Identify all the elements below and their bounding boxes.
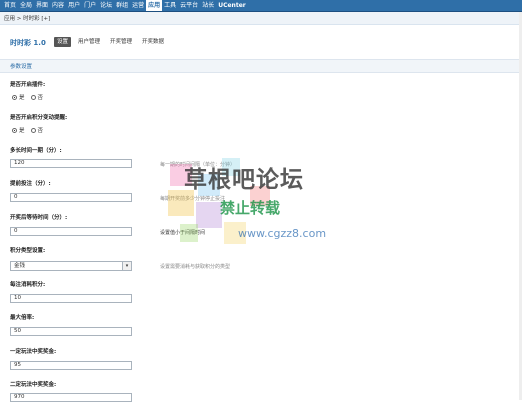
nav-portal[interactable]: 门户 [82,0,98,11]
tab-draw-management[interactable]: 开奖管理 [107,37,135,47]
plugin-enabled-yes[interactable]: 是 [12,93,25,101]
chevron-down-icon[interactable]: ▾ [122,262,131,270]
cost-per-label: 每注消耗积分: [10,282,46,288]
nav-tools[interactable]: 工具 [162,0,178,11]
nav-admin[interactable]: 站长 [200,0,216,11]
nav-operation[interactable]: 运营 [130,0,146,11]
breadcrumb[interactable]: 应用 > 时时彩 [+] [4,14,50,22]
watermark-block [180,224,198,242]
page-title: 时时彩 1.0 [10,39,46,47]
nav-groups[interactable]: 群组 [114,0,130,11]
nav-home[interactable]: 首页 [2,0,18,11]
max-multiple-label: 最大倍率: [10,315,35,321]
late-stop-label: 提前投注（分）: [10,181,51,187]
plugin-tabs: 设置 用户管理 开奖管理 开奖数据 [54,37,167,47]
plugin-header: 时时彩 1.0 设置 用户管理 开奖管理 开奖数据 [0,30,522,52]
nav-cloud[interactable]: 云平台 [178,0,200,11]
radio-unchecked-icon [30,127,36,133]
radio-label: 否 [37,128,44,134]
watermark-block [196,202,222,228]
max-multiple-input[interactable]: 50 [10,327,132,336]
interval-label: 多长时间一期（分）: [10,148,62,154]
credit-reminder-label: 是否开启积分变动提醒: [10,115,68,121]
radio-label: 是 [19,95,25,101]
nav-forum[interactable]: 论坛 [98,0,114,11]
watermark-subtitle: 禁止转载 [220,199,281,217]
credit-type-value: 金钱 [14,263,26,269]
section-header: 参数设置 [0,59,522,73]
nav-content[interactable]: 内容 [50,0,66,11]
tab-draw-data[interactable]: 开奖数据 [139,37,167,47]
radio-label: 是 [19,128,25,134]
prize1-input[interactable]: 95 [10,361,132,370]
credit-type-tip: 设置需要消耗与获取积分的类型 [160,264,231,270]
prize1-label: 一定玩法中奖奖金: [10,349,57,355]
breadcrumb-bar: 应用 > 时时彩 [+] [0,12,522,25]
section-title: 参数设置 [10,64,33,70]
credit-type-label: 积分类型设置: [10,248,46,254]
nav-interface[interactable]: 界面 [34,0,50,11]
interval-input[interactable]: 120 [10,159,132,168]
credit-reminder-no[interactable]: 否 [30,126,44,134]
nav-users[interactable]: 用户 [66,0,82,11]
tab-user-management[interactable]: 用户管理 [75,37,103,47]
late-stop-input[interactable]: 0 [10,193,132,202]
credit-type-select[interactable]: 金钱 ▾ [10,261,132,271]
wait-time-label: 开奖后等待时间（分）: [10,215,68,221]
radio-checked-icon [12,127,17,133]
radio-checked-icon [12,94,17,100]
watermark-url: www.cgzz8.com [238,227,327,240]
prize2-input[interactable]: 970 [10,393,132,402]
radio-label: 否 [37,95,44,101]
credit-reminder-radios: 是 否 [12,126,43,134]
nav-ucenter[interactable]: UCenter [216,0,248,11]
plugin-enabled-no[interactable]: 否 [30,93,44,101]
plugin-enabled-label: 是否开启插件: [10,82,46,88]
credit-reminder-yes[interactable]: 是 [12,126,25,134]
nav-global[interactable]: 全局 [18,0,34,11]
nav-apps[interactable]: 应用 [146,0,163,11]
watermark-title: 草根吧论坛 [184,166,304,193]
top-navigation: 首页 全局 界面 内容 用户 门户 论坛 群组 运营 应用 工具 云平台 站长 … [0,0,522,12]
wait-time-input[interactable]: 0 [10,227,132,236]
cost-per-input[interactable]: 10 [10,294,132,303]
top-nav-items: 首页 全局 界面 内容 用户 门户 论坛 群组 运营 应用 工具 云平台 站长 … [2,0,248,11]
prize2-label: 二定玩法中奖奖金: [10,382,57,388]
tab-settings[interactable]: 设置 [54,37,72,47]
radio-unchecked-icon [30,94,36,100]
plugin-enabled-radios: 是 否 [12,93,43,101]
watermark: 草根吧论坛 禁止转载 www.cgzz8.com [160,154,365,264]
